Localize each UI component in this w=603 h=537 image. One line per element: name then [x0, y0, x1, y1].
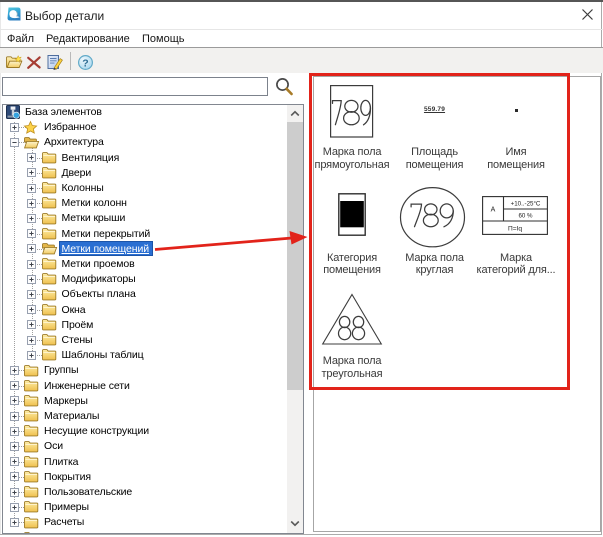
svg-text:?: ?	[82, 57, 88, 69]
